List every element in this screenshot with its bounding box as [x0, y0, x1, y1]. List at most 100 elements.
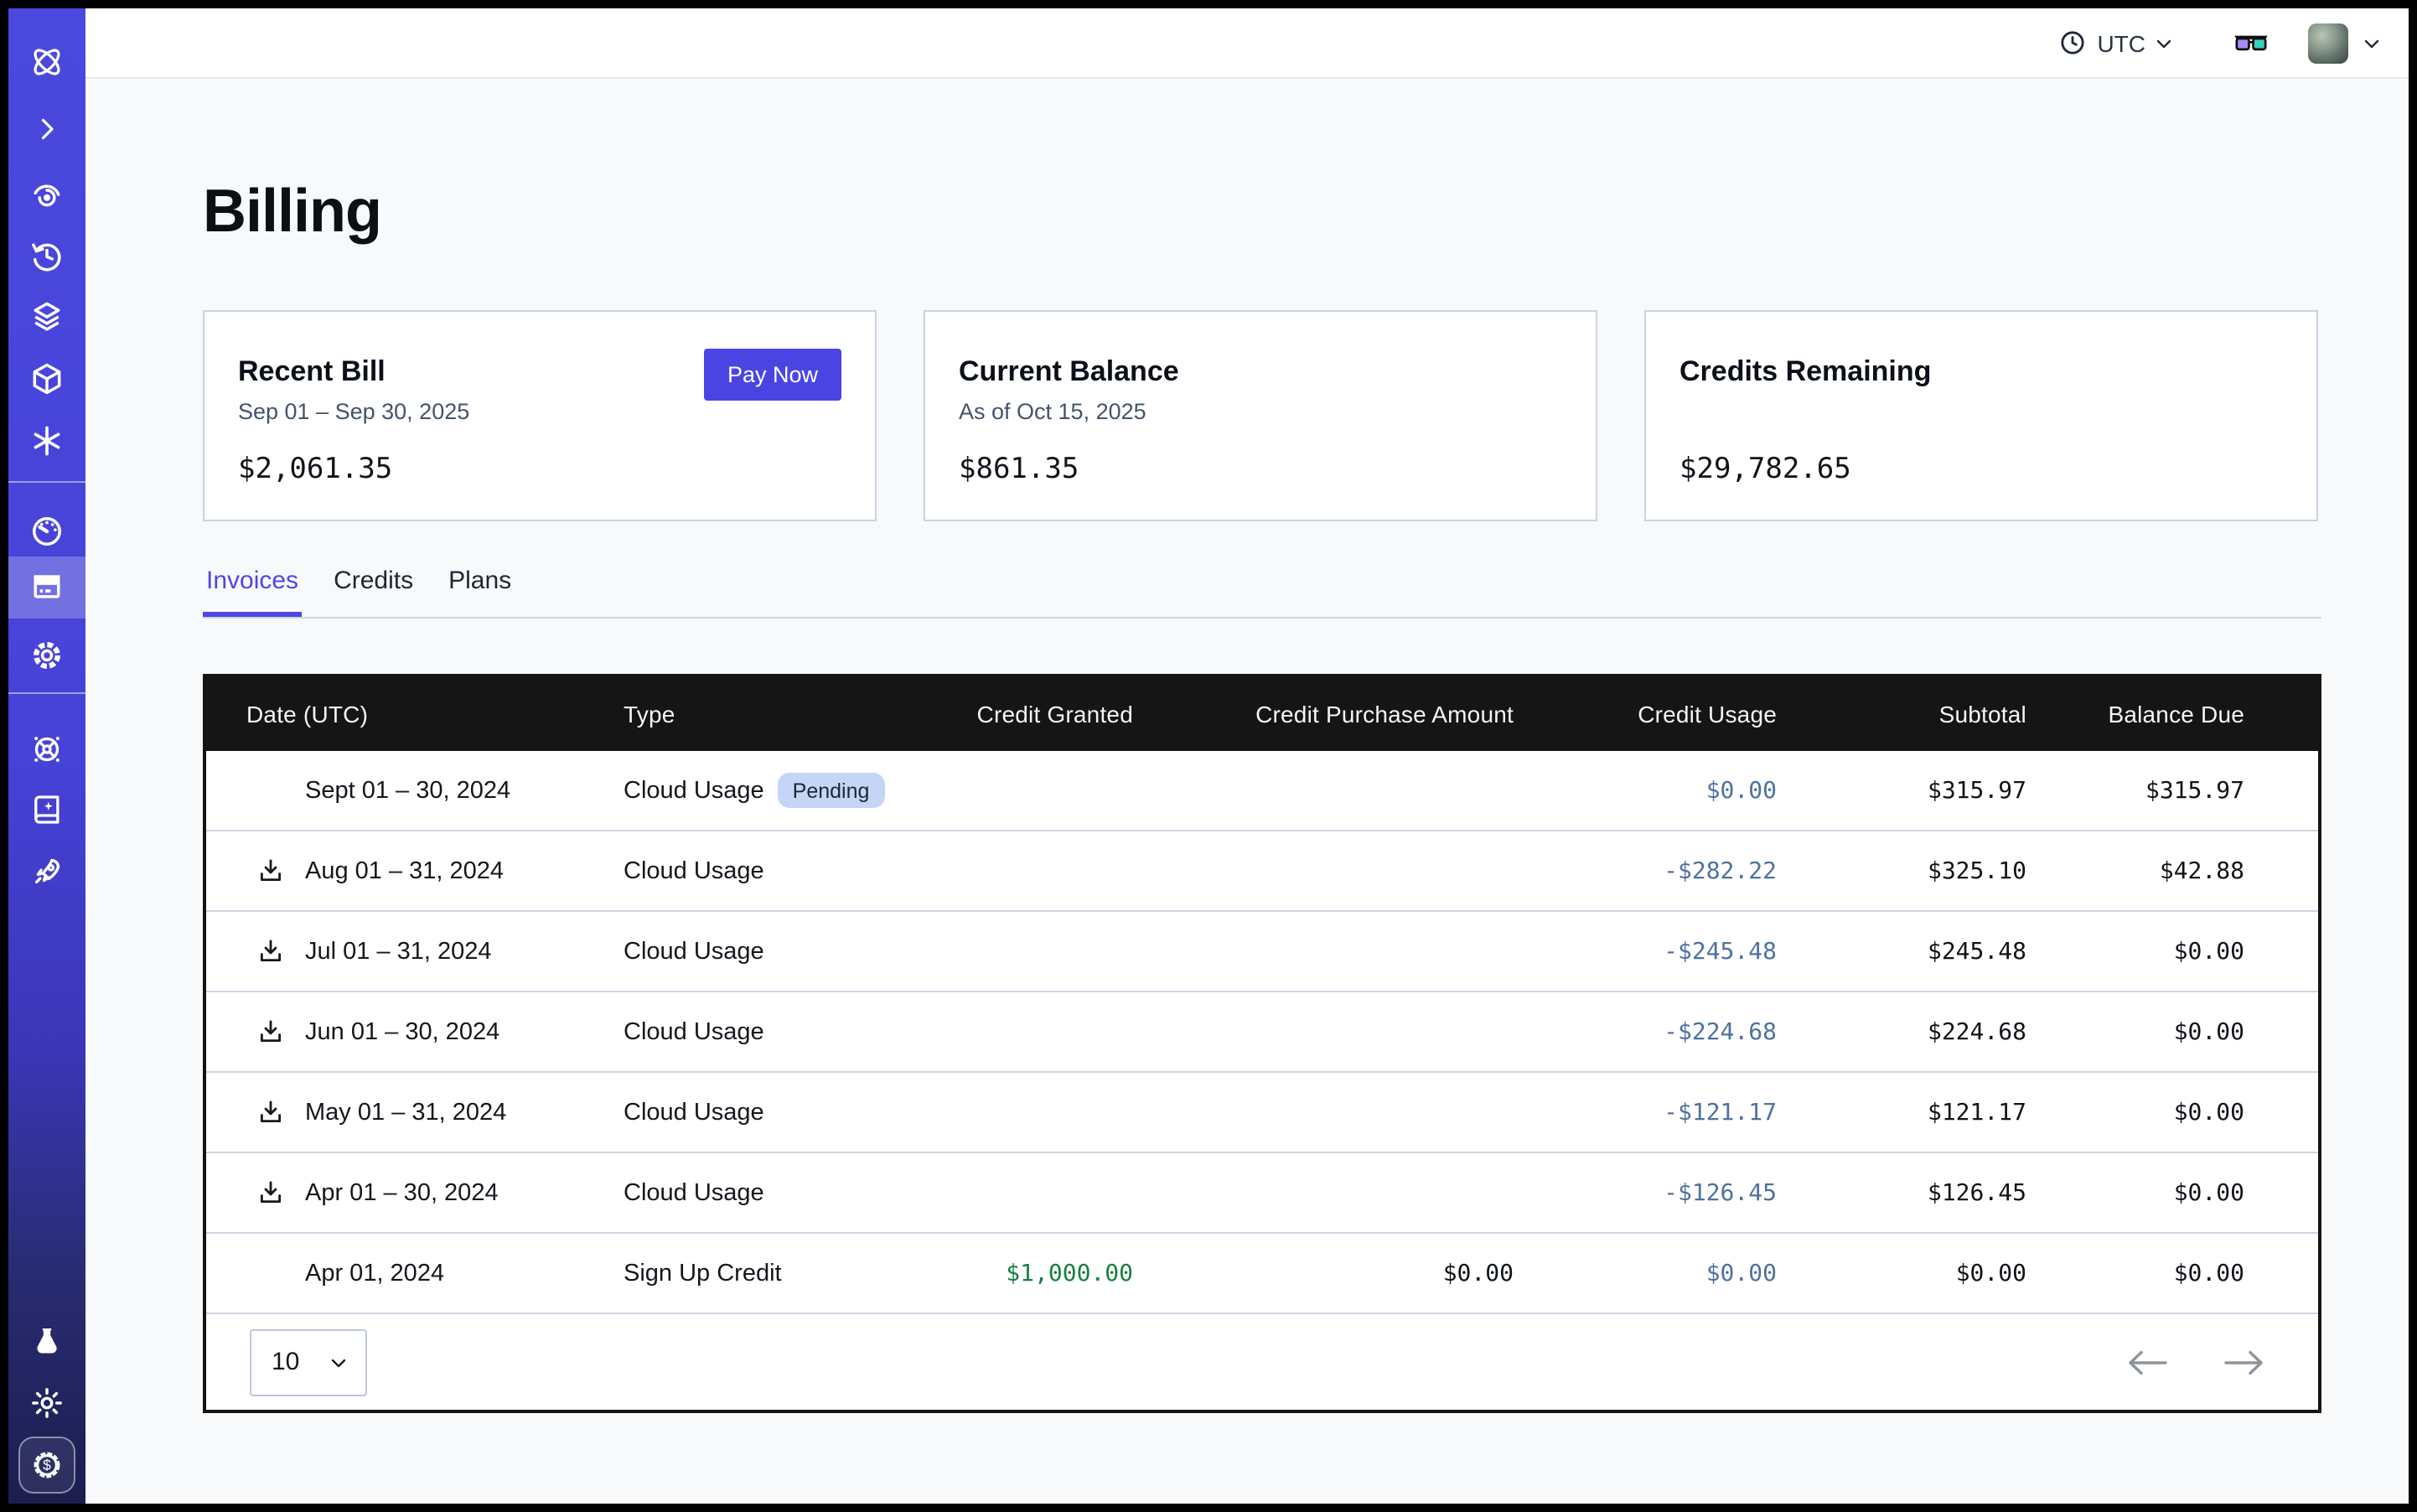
table-footer: 10 — [206, 1314, 2318, 1410]
clock-icon — [2058, 28, 2087, 57]
invoice-date: May 01 – 31, 2024 — [305, 1099, 506, 1126]
billing-period: Sep 01 – Sep 30, 2025 — [238, 399, 469, 424]
tab-credits[interactable]: Credits — [330, 567, 417, 617]
table-header: Date (UTC) Type Credit Granted Credit Pu… — [206, 677, 2318, 751]
sidebar-item-observe[interactable] — [8, 171, 85, 221]
subtotal-value: $126.45 — [1777, 1179, 2026, 1206]
sidebar-item-labs[interactable] — [8, 1316, 85, 1366]
recent-bill-amount: $2,061.35 — [238, 453, 392, 486]
pagination — [2125, 1349, 2266, 1375]
summary-cards: Recent Bill Sep 01 – Sep 30, 2025 $2,061… — [203, 310, 2318, 521]
tab-invoices[interactable]: Invoices — [203, 567, 302, 617]
previous-page-button[interactable] — [2125, 1349, 2169, 1375]
invoice-type-cell: Cloud Usage — [624, 938, 892, 965]
credit-usage-value: -$245.48 — [1514, 938, 1777, 965]
tab-plans[interactable]: Plans — [445, 567, 515, 617]
current-balance-amount: $861.35 — [959, 453, 1079, 486]
credit-purchase-amount-value: $0.00 — [1133, 1260, 1514, 1287]
download-invoice-button[interactable] — [256, 1178, 285, 1207]
invoice-type-cell: Cloud Usage Pending — [624, 773, 892, 808]
download-invoice-button[interactable] — [256, 1017, 285, 1046]
next-page-button[interactable] — [2223, 1349, 2266, 1375]
invoice-date: Apr 01 – 30, 2024 — [305, 1179, 499, 1206]
subtotal-value: $315.97 — [1777, 777, 2026, 804]
account-menu-button[interactable] — [2362, 33, 2382, 53]
app-logo[interactable] — [8, 37, 85, 87]
history-clock-icon — [28, 238, 65, 275]
invoice-type: Cloud Usage — [624, 1018, 764, 1045]
subtotal-value: $0.00 — [1777, 1260, 2026, 1287]
column-header-credit-usage: Credit Usage — [1514, 701, 1777, 728]
pay-now-button[interactable]: Pay Now — [704, 349, 841, 401]
download-invoice-button[interactable] — [256, 937, 285, 966]
invoice-date-cell: Apr 01, 2024 — [206, 1260, 624, 1287]
3d-glasses-icon — [2231, 26, 2271, 60]
credit-usage-value: -$126.45 — [1514, 1179, 1777, 1206]
credit-usage-value: -$121.17 — [1514, 1099, 1777, 1126]
invoice-type-cell: Sign Up Credit — [624, 1260, 892, 1287]
rocket-icon — [28, 853, 65, 890]
screen: $ UTC Billing Re — [0, 0, 2417, 1512]
credit-usage-value: $0.00 — [1514, 1260, 1777, 1287]
chevron-down-icon — [329, 1352, 349, 1372]
user-avatar[interactable] — [2308, 23, 2348, 63]
download-icon — [256, 1098, 285, 1126]
sidebar-item-settings[interactable] — [8, 630, 85, 681]
download-invoice-button[interactable] — [256, 857, 285, 885]
page-size-value: 10 — [272, 1348, 299, 1376]
invoice-type: Sign Up Credit — [624, 1260, 782, 1287]
flask-icon — [28, 1323, 65, 1359]
invoice-row[interactable]: Apr 01 – 30, 2024 Cloud Usage -$126.45 $… — [206, 1153, 2318, 1234]
sidebar-item-cluster[interactable] — [8, 724, 85, 774]
invoice-date-cell: Apr 01 – 30, 2024 — [206, 1179, 624, 1206]
invoice-row[interactable]: Aug 01 – 31, 2024 Cloud Usage -$282.22 $… — [206, 831, 2318, 912]
sidebar-item-cube[interactable] — [8, 354, 85, 404]
invoice-date: Sept 01 – 30, 2024 — [305, 777, 510, 804]
sidebar-collapse-button[interactable] — [8, 104, 85, 154]
column-header-type: Type — [624, 701, 892, 728]
gear-icon — [28, 637, 65, 674]
billing-tabs: Invoices Credits Plans — [203, 567, 2321, 619]
as-of-date: As of Oct 15, 2025 — [959, 399, 1146, 424]
sidebar-item-layers[interactable] — [8, 292, 85, 342]
invoice-date: Aug 01 – 31, 2024 — [305, 857, 504, 884]
credit-granted-value: $1,000.00 — [892, 1260, 1133, 1287]
balance-due-value: $42.88 — [2026, 857, 2244, 884]
arrow-left-icon — [2125, 1349, 2169, 1375]
invoice-date-cell: Jul 01 – 31, 2024 — [206, 938, 624, 965]
view-mode-button[interactable] — [2231, 26, 2271, 60]
download-invoice-button[interactable] — [256, 1098, 285, 1126]
invoice-row[interactable]: Sept 01 – 30, 2024 Cloud Usage Pending $… — [206, 751, 2318, 831]
invoice-row[interactable]: May 01 – 31, 2024 Cloud Usage -$121.17 $… — [206, 1073, 2318, 1153]
invoice-date-cell: May 01 – 31, 2024 — [206, 1099, 624, 1126]
app-window: $ UTC Billing Re — [8, 8, 2409, 1504]
asterisk-icon — [28, 422, 65, 459]
sidebar-item-usage[interactable] — [8, 506, 85, 557]
download-icon — [256, 1017, 285, 1046]
invoice-row[interactable]: Jun 01 – 30, 2024 Cloud Usage -$224.68 $… — [206, 992, 2318, 1073]
download-icon — [256, 1178, 285, 1207]
credits-rewards-button[interactable]: $ — [18, 1437, 75, 1494]
invoices-table: Date (UTC) Type Credit Granted Credit Pu… — [203, 674, 2321, 1413]
invoice-date-cell: Jun 01 – 30, 2024 — [206, 1018, 624, 1045]
credit-usage-value: -$282.22 — [1514, 857, 1777, 884]
invoice-type: Cloud Usage — [624, 1099, 764, 1126]
sidebar-item-billing[interactable] — [8, 562, 85, 612]
timezone-selector[interactable]: UTC — [2058, 28, 2174, 57]
sidebar-item-docs[interactable] — [8, 784, 85, 835]
page-size-select[interactable]: 10 — [250, 1328, 367, 1395]
invoice-row[interactable]: Apr 01, 2024 Sign Up Credit $1,000.00 $0… — [206, 1234, 2318, 1314]
chevron-down-icon — [2362, 33, 2382, 53]
card-title: Recent Bill — [238, 355, 386, 389]
card-title: Credits Remaining — [1679, 355, 1931, 389]
sidebar-item-history[interactable] — [8, 231, 85, 282]
theme-toggle[interactable] — [8, 1378, 85, 1428]
credits-remaining-card: Credits Remaining $29,782.65 — [1644, 310, 2318, 521]
sidebar-item-getting-started[interactable] — [8, 847, 85, 897]
gauge-icon — [28, 513, 65, 550]
sidebar-item-functions[interactable] — [8, 416, 85, 466]
pending-badge: Pending — [778, 773, 885, 808]
column-header-credit-granted: Credit Granted — [892, 701, 1133, 728]
balance-due-value: $0.00 — [2026, 1018, 2244, 1045]
invoice-row[interactable]: Jul 01 – 31, 2024 Cloud Usage -$245.48 $… — [206, 912, 2318, 992]
